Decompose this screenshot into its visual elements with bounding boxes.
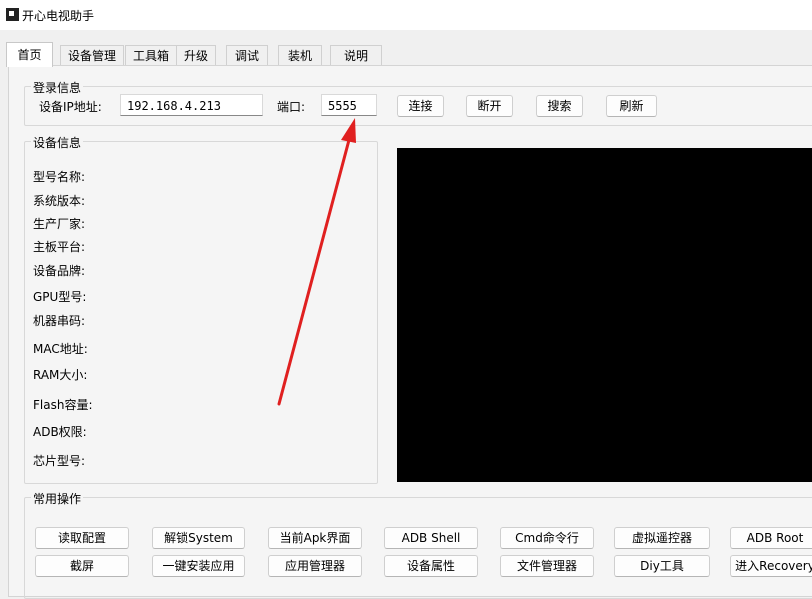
- search-button[interactable]: 搜索: [536, 95, 583, 117]
- flash-capacity-label: Flash容量:: [33, 398, 93, 412]
- ram-size-label: RAM大小:: [33, 368, 88, 382]
- port-input[interactable]: 5555: [321, 94, 377, 116]
- cmd-prompt-button[interactable]: Cmd命令行: [500, 527, 594, 549]
- adb-permission-label: ADB权限:: [33, 425, 87, 439]
- manufacturer-label: 生产厂家:: [33, 217, 86, 231]
- tab-toolbox[interactable]: 工具箱: [125, 45, 177, 66]
- ip-input[interactable]: 192.168.4.213: [120, 94, 263, 116]
- tab-install[interactable]: 装机: [278, 45, 322, 66]
- disconnect-button[interactable]: 断开: [466, 95, 513, 117]
- port-label: 端口:: [277, 100, 306, 114]
- title-bar: 开心电视助手: [0, 0, 812, 30]
- common-ops-title: 常用操作: [31, 490, 84, 507]
- board-platform-label: 主板平台:: [33, 240, 86, 254]
- serial-number-label: 机器串码:: [33, 314, 86, 328]
- diy-tools-button[interactable]: Diy工具: [614, 555, 710, 577]
- enter-recovery-button[interactable]: 进入Recovery: [730, 555, 812, 577]
- read-config-button[interactable]: 读取配置: [35, 527, 129, 549]
- connect-button[interactable]: 连接: [397, 95, 444, 117]
- chip-model-label: 芯片型号:: [33, 454, 86, 468]
- window-title: 开心电视助手: [22, 9, 95, 23]
- mac-address-label: MAC地址:: [33, 342, 88, 356]
- model-name-label: 型号名称:: [33, 170, 86, 184]
- login-info-title: 登录信息: [31, 79, 84, 96]
- tab-debug[interactable]: 调试: [226, 45, 268, 66]
- tab-bar: 首页 设备管理 工具箱 升级 调试 装机 说明: [0, 42, 812, 67]
- ip-label: 设备IP地址:: [39, 100, 102, 114]
- system-version-label: 系统版本:: [33, 194, 86, 208]
- one-click-install-button[interactable]: 一键安装应用: [152, 555, 245, 577]
- virtual-remote-button[interactable]: 虚拟遥控器: [614, 527, 710, 549]
- adb-shell-button[interactable]: ADB Shell: [384, 527, 478, 549]
- screen-preview: [397, 148, 812, 482]
- refresh-button[interactable]: 刷新: [606, 95, 657, 117]
- file-manager-button[interactable]: 文件管理器: [500, 555, 594, 577]
- device-brand-label: 设备品牌:: [33, 264, 86, 278]
- screenshot-button[interactable]: 截屏: [35, 555, 129, 577]
- app-icon: [6, 8, 19, 21]
- device-info-title: 设备信息: [31, 134, 84, 151]
- tab-help[interactable]: 说明: [330, 45, 382, 66]
- tab-home[interactable]: 首页: [6, 42, 53, 67]
- tab-device-management[interactable]: 设备管理: [60, 45, 124, 66]
- tab-upgrade[interactable]: 升级: [176, 45, 216, 66]
- gpu-model-label: GPU型号:: [33, 290, 87, 304]
- app-manager-button[interactable]: 应用管理器: [268, 555, 362, 577]
- current-apk-screen-button[interactable]: 当前Apk界面: [268, 527, 362, 549]
- device-properties-button[interactable]: 设备属性: [384, 555, 478, 577]
- unlock-system-button[interactable]: 解锁System: [152, 527, 245, 549]
- adb-root-button[interactable]: ADB Root: [730, 527, 812, 549]
